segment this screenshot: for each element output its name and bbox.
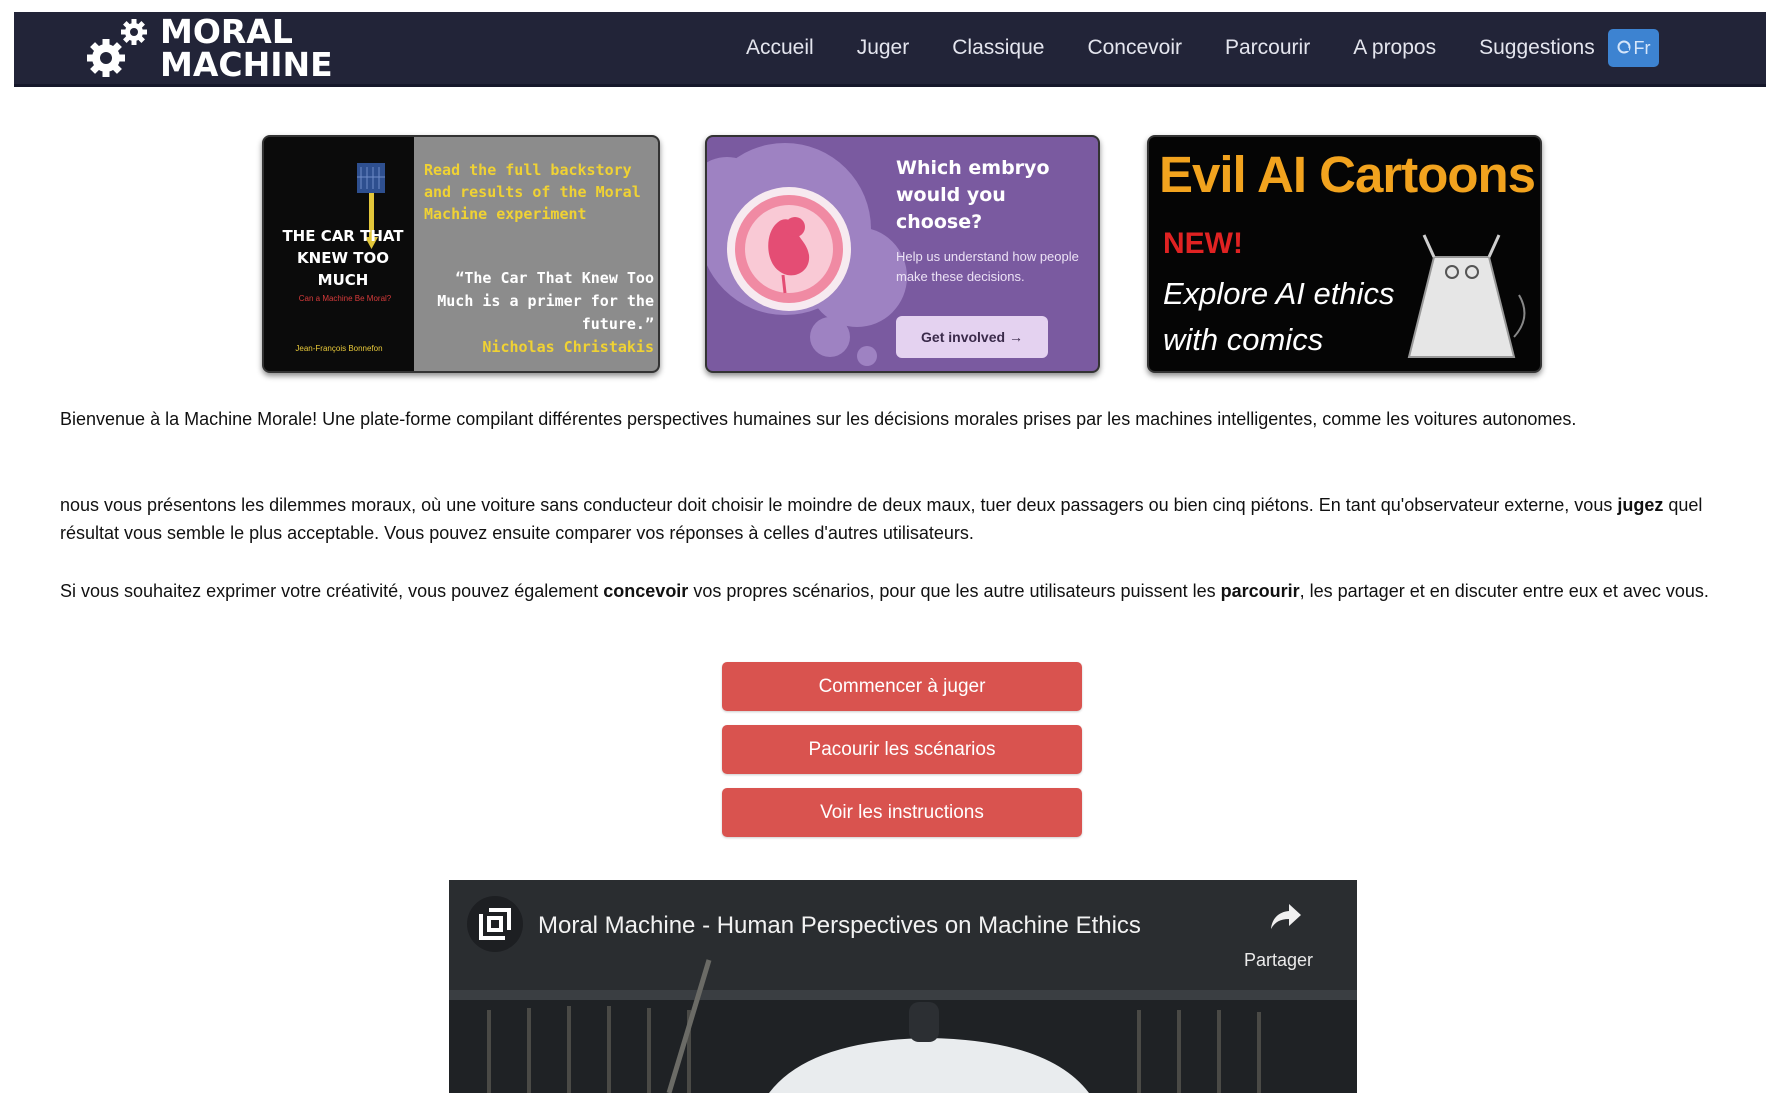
channel-logo-icon <box>467 896 523 952</box>
nav-parcourir[interactable]: Parcourir <box>1225 36 1310 60</box>
intro-text: Bienvenue à la Machine Morale! Une plate… <box>60 409 1577 429</box>
globe-icon <box>1617 38 1631 59</box>
book-quote: “The Car That Knew Too Much is a primer … <box>437 269 654 333</box>
keyword-concevoir: concevoir <box>603 581 689 601</box>
cartoons-subtitle-line1: Explore AI ethics <box>1163 276 1395 311</box>
cartoons-subtitle: Explore AI ethics with comics <box>1163 271 1394 363</box>
book-story-text: Read the full backstory and results of t… <box>424 161 641 223</box>
design-paragraph: Si vous souhaitez exprimer votre créativ… <box>60 577 1730 605</box>
share-icon[interactable] <box>1269 902 1303 937</box>
design-text-e: , les partager et en discuter entre eux … <box>1299 581 1709 601</box>
keyword-jugez: jugez <box>1617 495 1664 515</box>
quote-author: Nicholas Christakis <box>482 338 654 356</box>
book-author: Jean-François Bonnefon <box>295 344 383 353</box>
logo-line1: MORAL <box>160 12 293 51</box>
nav-concevoir[interactable]: Concevoir <box>1087 36 1182 60</box>
language-button[interactable]: Fr <box>1608 29 1659 67</box>
keyword-parcourir: parcourir <box>1220 581 1300 601</box>
nav-juger[interactable]: Juger <box>857 36 910 60</box>
main-nav: Accueil Juger Classique Concevoir Parcou… <box>746 12 1638 84</box>
robot-cartoon-icon <box>1407 234 1526 358</box>
top-navbar: MORAL MACHINE Accueil Juger Classique Co… <box>14 12 1766 87</box>
share-label[interactable]: Partager <box>1244 950 1313 971</box>
book-title: THE CAR THAT KNEW TOO MUCH <box>282 227 404 289</box>
embryo-description: Help us understand how people make these… <box>896 249 1079 284</box>
video-player[interactable]: Moral Machine - Human Perspectives on Ma… <box>449 880 1357 1093</box>
book-cover: THE CAR THAT KNEW TOO MUCH Can a Machine… <box>264 137 414 371</box>
book-subtitle: Can a Machine Be Moral? <box>298 294 392 303</box>
logo-wordmark: MORAL MACHINE <box>160 15 333 81</box>
cartoons-subtitle-line2: with comics <box>1163 322 1324 357</box>
cartoons-banner[interactable]: Evil AI Cartoons NEW! Explore AI ethics … <box>1147 135 1542 373</box>
video-title: Moral Machine - Human Perspectives on Ma… <box>538 912 1141 939</box>
nav-a-propos[interactable]: A propos <box>1353 36 1436 60</box>
embryo-heading: Which embryo would you choose? <box>896 157 1050 233</box>
nav-suggestions[interactable]: Suggestions <box>1479 36 1595 60</box>
embryo-banner[interactable]: Which embryo would you choose? Help us u… <box>705 135 1100 373</box>
view-instructions-button[interactable]: Voir les instructions <box>722 788 1082 837</box>
nav-classique[interactable]: Classique <box>952 36 1044 60</box>
book-banner[interactable]: THE CAR THAT KNEW TOO MUCH Can a Machine… <box>262 135 660 373</box>
dilemma-paragraph: nous vous présentons les dilemmes moraux… <box>60 491 1730 547</box>
intro-paragraph: Bienvenue à la Machine Morale! Une plate… <box>60 405 1730 433</box>
design-text-a: Si vous souhaitez exprimer votre créativ… <box>60 581 604 601</box>
site-logo[interactable]: MORAL MACHINE <box>76 15 333 81</box>
language-label: Fr <box>1633 37 1651 58</box>
new-badge: NEW! <box>1163 227 1243 260</box>
design-text-c: vos propres scénarios, pour que les autr… <box>688 581 1221 601</box>
get-involved-button[interactable]: Get involved → <box>896 316 1048 358</box>
gears-icon <box>76 16 166 80</box>
start-judging-button[interactable]: Commencer à juger <box>722 662 1082 711</box>
cartoons-title: Evil AI Cartoons <box>1159 146 1536 203</box>
logo-line2: MACHINE <box>160 45 333 84</box>
nav-accueil[interactable]: Accueil <box>746 36 814 60</box>
browse-scenarios-button[interactable]: Pacourir les scénarios <box>722 725 1082 774</box>
dilemma-text-a: nous vous présentons les dilemmes moraux… <box>60 495 1618 515</box>
